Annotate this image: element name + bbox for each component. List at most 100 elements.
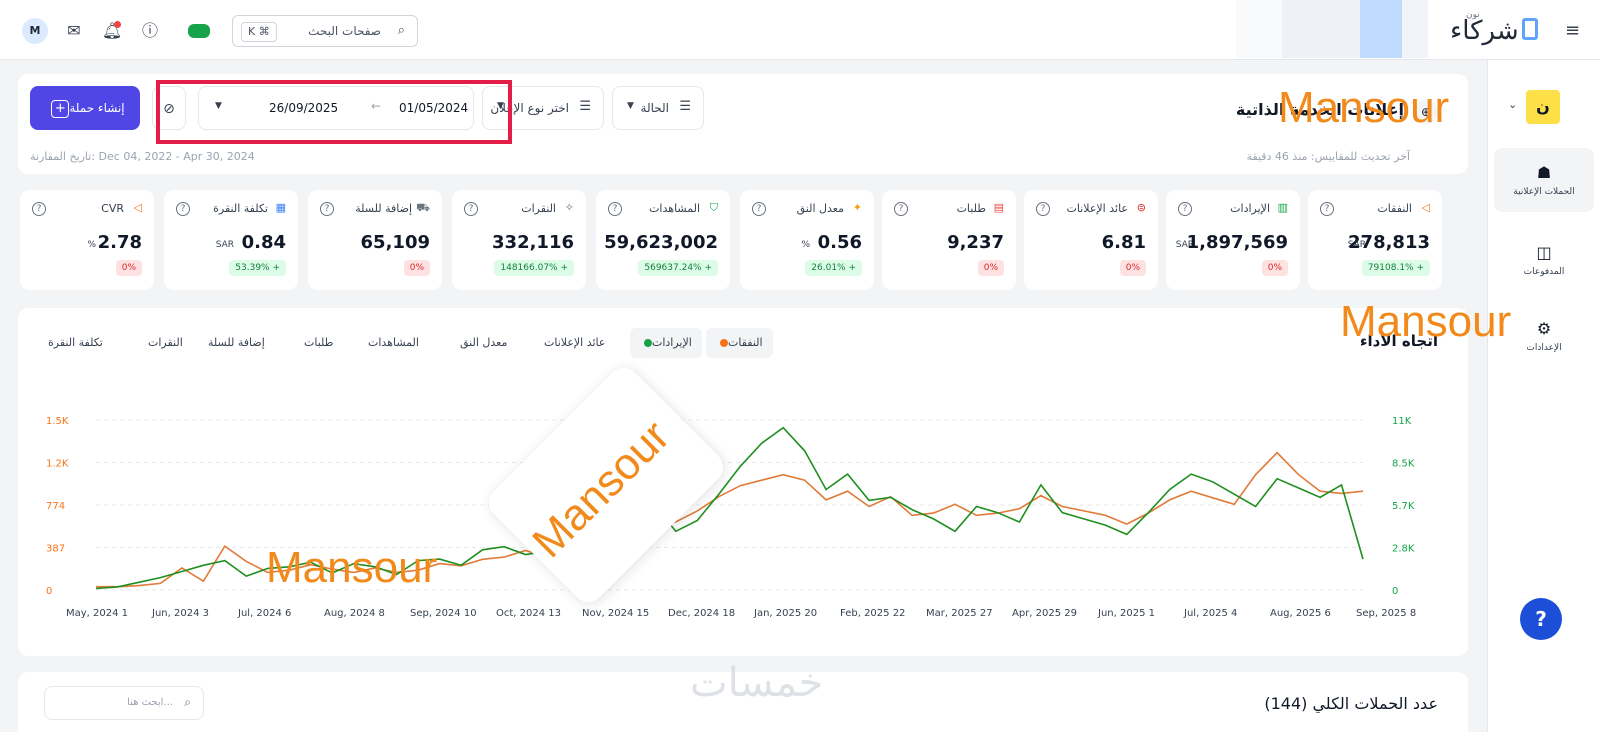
x-axis-tick: Jul, 2024 6 xyxy=(237,608,291,619)
highlight-annotation xyxy=(156,80,512,144)
right-axis-tick: 5.7K xyxy=(1392,501,1415,512)
sidebar-item-label: الحملات الإعلانية xyxy=(1513,187,1575,197)
tab-roas[interactable]: عائد الإعلانات xyxy=(534,328,615,358)
send-icon: ◁ xyxy=(1421,201,1430,214)
help-icon[interactable]: ? xyxy=(608,202,622,216)
kpi-card-cpc[interactable]: ? ▦ تكلفة النقرة SAR 0.84 53.39% + xyxy=(164,190,298,290)
help-icon[interactable]: ? xyxy=(32,202,46,216)
x-axis-tick: Jun, 2025 1 xyxy=(1097,608,1155,619)
tab-impressions[interactable]: المشاهدات xyxy=(358,328,429,358)
tab-clicks[interactable]: النقرات xyxy=(138,328,193,358)
kpi-value: 332,116 xyxy=(492,232,574,253)
x-axis-tick: Dec, 2024 18 xyxy=(668,608,735,619)
kpi-badge: 79108.1% + xyxy=(1361,260,1430,276)
kpi-badge: 53.39% + xyxy=(229,260,286,276)
left-axis-tick: 387 xyxy=(46,544,65,555)
tab-spend[interactable]: النفقات xyxy=(706,328,773,358)
help-icon[interactable]: ? xyxy=(894,202,908,216)
tab-label: المشاهدات xyxy=(368,336,419,349)
hamburger-menu-icon[interactable]: ≡ xyxy=(1565,20,1580,41)
kpi-badge: 26.01% + xyxy=(805,260,862,276)
chart-panel: اتجاه الأداء النفقات الإيرادات عائد الإع… xyxy=(18,308,1468,656)
create-campaign-button[interactable]: + إنشاء حملة xyxy=(30,86,140,130)
kpi-card-roas[interactable]: ? ⊜ عائد الإعلانات 6.81 0% xyxy=(1024,190,1158,290)
search-icon: ⌕ xyxy=(184,695,191,709)
brand-logo[interactable]: شركاء xyxy=(1450,16,1519,46)
user-avatar[interactable]: M xyxy=(22,18,48,44)
tab-label: الإيرادات xyxy=(652,336,692,349)
kpi-card-orders[interactable]: ? ▤ طلبات 9,237 0% xyxy=(882,190,1016,290)
store-logo[interactable]: ن xyxy=(1526,90,1560,124)
kpi-value: 2.78 xyxy=(97,232,142,253)
x-axis-tick: Mar, 2025 27 xyxy=(926,608,993,619)
blurred-region xyxy=(1402,0,1428,58)
sidebar-item-label: المدفوعات xyxy=(1523,267,1565,277)
kpi-value: 1,897,569 xyxy=(1186,232,1288,253)
right-axis-tick: 2.8K xyxy=(1392,544,1415,555)
help-button[interactable]: ? xyxy=(1520,598,1562,640)
kpi-card-add-to-cart[interactable]: ? ⛟ إضافة للسلة 65,109 0% xyxy=(308,190,442,290)
tab-ctr[interactable]: معدل النق xyxy=(450,328,517,358)
kpi-label: CVR xyxy=(101,202,124,215)
watermark-logo: خمسات xyxy=(690,660,824,706)
kpi-value: 6.81 xyxy=(1101,232,1146,253)
help-icon[interactable]: ? xyxy=(1320,202,1334,216)
tab-orders[interactable]: طلبات xyxy=(294,328,343,358)
x-axis-tick: Oct, 2024 13 xyxy=(496,608,561,619)
x-axis-tick: Sep, 2025 8 xyxy=(1356,608,1416,619)
cursor-click-icon: ✦ xyxy=(852,201,862,214)
chevron-down-icon[interactable]: ⌄ xyxy=(1508,98,1517,111)
help-icon[interactable]: ? xyxy=(464,202,478,216)
kpi-card-ctr[interactable]: ? ✦ معدل النق % 0.56 26.01% + xyxy=(740,190,874,290)
help-icon[interactable]: ? xyxy=(1178,202,1192,216)
left-axis-tick: 1.2K xyxy=(46,459,69,470)
series-dot xyxy=(644,339,652,347)
kpi-value: 0.84 xyxy=(241,232,286,253)
x-axis-tick: Jul, 2025 4 xyxy=(1183,608,1237,619)
kpi-badge: 569637.24% + xyxy=(638,260,718,276)
kpi-card-impressions[interactable]: ? ⛉ المشاهدات 59,623,002 569637.24% + xyxy=(596,190,730,290)
watermark-text: Mansour xyxy=(266,543,438,592)
tab-cpc[interactable]: تكلفة النقرة xyxy=(38,328,113,358)
receipt-icon: ▤ xyxy=(993,201,1004,214)
tab-revenue[interactable]: الإيرادات xyxy=(630,328,702,358)
filter-icon: ☰ xyxy=(679,99,691,114)
kpi-label: الإيرادات xyxy=(1230,202,1270,215)
sidebar-item-payments[interactable]: ◫ المدفوعات xyxy=(1494,242,1594,292)
kpi-card-cvr[interactable]: ? ◁ CVR % 2.78 0% xyxy=(20,190,154,290)
global-search[interactable]: K ⌘ صفحات البحث ⌕ xyxy=(232,15,418,47)
top-bar: M ✉ 🔔︎ ⓘ K ⌘ صفحات البحث ⌕ نون شركاء ≡ xyxy=(0,0,1600,60)
sidebar-item-campaigns[interactable]: ☗ الحملات الإعلانية xyxy=(1494,148,1594,212)
kpi-card-clicks[interactable]: ? ✧ النقرات 332,116 148166.07% + xyxy=(452,190,586,290)
tab-label: عائد الإعلانات xyxy=(544,336,606,349)
help-circle-icon[interactable]: ⓘ xyxy=(138,19,162,43)
help-icon[interactable]: ? xyxy=(752,202,766,216)
kpi-card-revenue[interactable]: ? ▥ الإيرادات SAR 1,897,569 0% xyxy=(1166,190,1300,290)
kpi-label: النفقات xyxy=(1377,202,1412,215)
mail-icon[interactable]: ✉ xyxy=(62,19,86,43)
help-icon[interactable]: ? xyxy=(1036,202,1050,216)
tab-label: معدل النق xyxy=(460,336,508,349)
bell-icon[interactable]: 🔔︎ xyxy=(100,19,124,43)
tab-add-to-cart[interactable]: إضافة للسلة xyxy=(198,328,275,358)
kpi-label: النقرات xyxy=(521,202,556,215)
kpi-label: طلبات xyxy=(956,202,986,215)
left-axis-tick: 0 xyxy=(46,586,52,597)
kpi-unit: % xyxy=(801,240,810,250)
x-axis-tick: Aug, 2025 6 xyxy=(1270,608,1331,619)
eye-icon: ⛉ xyxy=(709,201,718,214)
status-filter[interactable]: ▼ الحالة ☰ xyxy=(612,86,704,130)
tab-label: تكلفة النقرة xyxy=(48,336,103,349)
kpi-value: 65,109 xyxy=(360,232,430,253)
chevron-down-icon: ▼ xyxy=(627,101,634,111)
tab-label: النفقات xyxy=(728,336,763,349)
help-icon[interactable]: ? xyxy=(320,202,334,216)
performance-chart[interactable]: 0 0 387 2.8K 774 5.7K 1.2K 8.5K 1.5K 11K May, 2024… xyxy=(18,398,1468,638)
x-axis-tick: May, 2024 1 xyxy=(66,608,128,619)
kpi-card-spend[interactable]: ? ◁ النفقات SAR 278,813 79108.1% + xyxy=(1308,190,1442,290)
status-filter-label: الحالة xyxy=(640,101,669,115)
country-flag-icon[interactable] xyxy=(188,24,210,38)
campaign-search-input[interactable]: ابحث هنا... ⌕ xyxy=(44,686,204,720)
help-icon[interactable]: ? xyxy=(176,202,190,216)
comparison-date: تاريخ المقارنة: Dec 04, 2022 - Apr 30, 2… xyxy=(30,150,255,163)
